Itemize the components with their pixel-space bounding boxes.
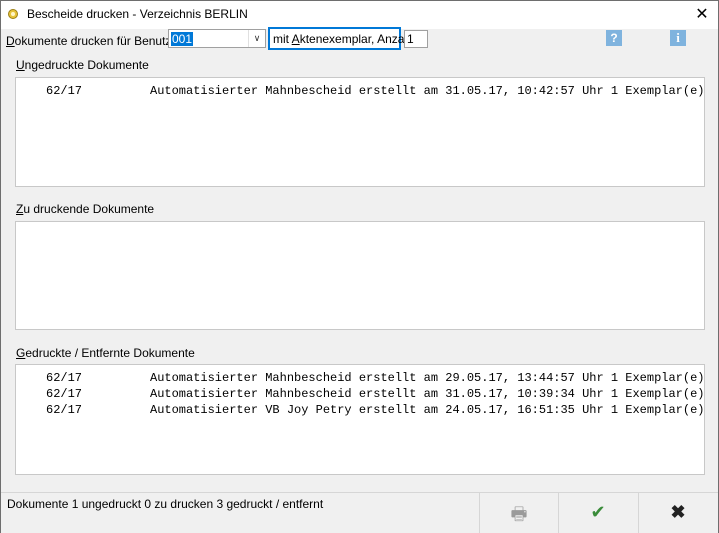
ok-button[interactable]: ✔ xyxy=(558,493,637,533)
document-number: 62/17 xyxy=(46,371,83,385)
printed-label: Gedruckte / Entfernte Dokumente xyxy=(16,346,195,360)
document-description: Automatisierter Mahnbescheid erstellt am… xyxy=(150,387,705,401)
document-number: 62/17 xyxy=(46,84,83,98)
title-bar: Bescheide drucken - Verzeichnis BERLIN ✕ xyxy=(1,1,718,29)
to-print-list[interactable] xyxy=(15,221,705,330)
print-button[interactable]: 🖶 xyxy=(479,493,558,533)
printer-icon: 🖶 xyxy=(510,504,528,524)
list-item[interactable]: 62/17 Automatisierter VB Joy Petry erstel… xyxy=(16,402,704,418)
list-item[interactable]: 62/17 Automatisierter Mahnbescheid erstel… xyxy=(16,83,704,99)
list-item[interactable]: 62/17 Automatisierter Mahnbescheid erstel… xyxy=(16,386,704,402)
document-description: Automatisierter Mahnbescheid erstellt am… xyxy=(150,84,705,98)
document-number: 62/17 xyxy=(46,403,83,417)
status-text: Dokumente 1 ungedruckt 0 zu drucken 3 ge… xyxy=(7,497,324,511)
document-description: Automatisierter VB Joy Petry erstellt am… xyxy=(150,403,705,417)
copy-count-input[interactable]: 1 xyxy=(404,30,428,48)
document-description: Automatisierter Mahnbescheid erstellt am… xyxy=(150,371,705,385)
status-bar: Dokumente 1 ungedruckt 0 zu drucken 3 ge… xyxy=(1,492,718,533)
printed-list[interactable]: 62/17 Automatisierter Mahnbescheid erstel… xyxy=(15,364,705,475)
document-number: 62/17 xyxy=(46,387,83,401)
toolbar: Dokumente drucken für Benutzer 001 ∨ mit… xyxy=(1,27,718,53)
unprinted-list[interactable]: 62/17 Automatisierter Mahnbescheid erstel… xyxy=(15,77,705,187)
user-select-value: 001 xyxy=(171,32,194,46)
cancel-button[interactable]: ✖ xyxy=(638,493,717,533)
user-label: Dokumente drucken für Benutzer xyxy=(6,34,183,48)
to-print-label: Zu druckende Dokumente xyxy=(16,202,155,216)
window-title: Bescheide drucken - Verzeichnis BERLIN xyxy=(27,7,248,21)
info-icon[interactable]: i xyxy=(670,30,686,46)
unprinted-label: Ungedruckte Dokumente xyxy=(16,58,149,72)
chevron-down-icon[interactable]: ∨ xyxy=(248,30,265,47)
help-icon[interactable]: ? xyxy=(606,30,622,46)
dialog-window: Bescheide drucken - Verzeichnis BERLIN ✕… xyxy=(0,0,719,533)
user-select[interactable]: 001 ∨ xyxy=(168,29,266,48)
app-icon xyxy=(8,9,18,19)
file-copy-checkbox-label: mit Aktenexemplar, Anzahl xyxy=(273,32,414,46)
list-item[interactable]: 62/17 Automatisierter Mahnbescheid erstel… xyxy=(16,370,704,386)
close-icon: ✖ xyxy=(670,502,686,522)
file-copy-checkbox[interactable]: mit Aktenexemplar, Anzahl xyxy=(268,27,414,50)
checkmark-icon: ✔ xyxy=(590,502,606,522)
close-button[interactable]: ✕ xyxy=(686,1,718,29)
